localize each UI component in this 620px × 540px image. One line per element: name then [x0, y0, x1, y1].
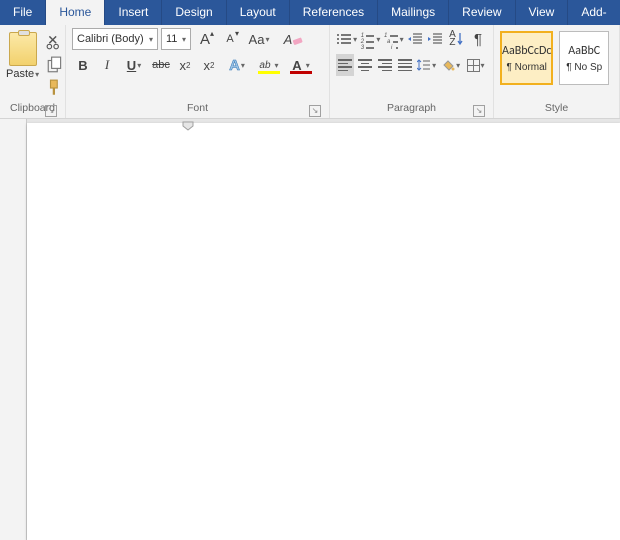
tab-home[interactable]: Home	[46, 0, 105, 25]
paint-bucket-icon	[441, 58, 455, 72]
change-case-button[interactable]: Aa▾	[244, 28, 274, 50]
group-label-styles: Style	[500, 102, 613, 118]
tab-review[interactable]: Review	[449, 0, 515, 25]
style-no-spacing[interactable]: AaBbC ¶ No Sp	[559, 31, 609, 85]
font-dialog-launcher[interactable]: ↘	[309, 105, 321, 117]
font-size-value: 11	[166, 33, 177, 45]
sort-arrow-icon	[457, 32, 464, 46]
show-marks-button[interactable]: ¶	[469, 28, 487, 50]
multilevel-list-button[interactable]: 1ai▾	[383, 28, 404, 50]
increase-indent-button[interactable]	[426, 28, 444, 50]
style-normal[interactable]: AaBbCcDc ¶ Normal	[500, 31, 553, 85]
tab-file[interactable]: File	[0, 0, 46, 25]
tab-design[interactable]: Design	[162, 0, 226, 25]
pilcrow-icon: ¶	[474, 31, 482, 48]
tab-view[interactable]: View	[516, 0, 569, 25]
paragraph-dialog-launcher[interactable]: ↘	[473, 105, 485, 117]
tab-addins[interactable]: Add-in	[568, 0, 620, 25]
multilevel-icon: 1ai	[383, 31, 399, 47]
paste-label: Paste	[6, 68, 34, 80]
format-painter-button[interactable]	[44, 78, 66, 98]
font-color-button[interactable]: A ▾	[286, 54, 316, 76]
align-center-button[interactable]	[356, 54, 374, 76]
shrink-font-button[interactable]: A▾	[219, 28, 241, 50]
decrease-indent-button[interactable]	[406, 28, 424, 50]
justify-icon	[398, 59, 412, 71]
group-label-clipboard: Clipboard ↘	[6, 102, 59, 118]
line-spacing-button[interactable]: ▾	[416, 54, 437, 76]
strikethrough-button[interactable]: abc	[150, 54, 172, 76]
underline-button[interactable]: U▾	[120, 54, 148, 76]
group-paragraph: ▾ 123▾ 1ai▾ AZ ¶	[330, 25, 494, 118]
eraser-icon	[292, 34, 304, 46]
superscript-button[interactable]: x2	[198, 54, 220, 76]
align-left-button[interactable]	[336, 54, 354, 76]
tab-mailings[interactable]: Mailings	[378, 0, 449, 25]
text-effects-button[interactable]: A▾	[222, 54, 252, 76]
ribbon-tab-bar: File Home Insert Design Layout Reference…	[0, 0, 620, 25]
bullets-icon	[336, 31, 352, 47]
line-spacing-icon	[417, 58, 431, 72]
document-page[interactable]	[27, 123, 620, 540]
clipboard-icon	[9, 32, 37, 66]
align-right-icon	[378, 59, 392, 71]
cut-button[interactable]	[44, 32, 66, 52]
sort-button[interactable]: AZ	[446, 28, 467, 50]
numbering-icon: 123	[359, 31, 375, 47]
outdent-icon	[407, 32, 423, 46]
group-clipboard: Paste▾ Clipboard ↘	[0, 25, 66, 118]
borders-icon	[467, 59, 480, 72]
bold-button[interactable]: B	[72, 54, 94, 76]
group-label-paragraph: Paragraph ↘	[336, 102, 487, 118]
grow-font-button[interactable]: A▴	[194, 28, 216, 50]
font-size-combo[interactable]: 11▾	[161, 28, 191, 50]
scissors-icon	[46, 33, 64, 51]
font-name-combo[interactable]: Calibri (Body)▾	[72, 28, 158, 50]
tab-references[interactable]: References	[290, 0, 378, 25]
paintbrush-icon	[46, 79, 64, 97]
numbering-button[interactable]: 123▾	[359, 28, 380, 50]
clipboard-dialog-launcher[interactable]: ↘	[45, 105, 57, 117]
group-label-font: Font ↘	[72, 102, 323, 118]
bullets-button[interactable]: ▾	[336, 28, 357, 50]
shading-button[interactable]: ▾	[439, 54, 462, 76]
align-right-button[interactable]	[376, 54, 394, 76]
copy-icon	[46, 56, 64, 74]
align-center-icon	[358, 59, 372, 71]
align-left-icon	[338, 59, 352, 71]
font-name-value: Calibri (Body)	[77, 33, 144, 45]
group-styles: AaBbCcDc ¶ Normal AaBbC ¶ No Sp Style	[494, 25, 620, 118]
tab-insert[interactable]: Insert	[105, 0, 162, 25]
borders-button[interactable]: ▾	[464, 54, 487, 76]
indent-marker-icon[interactable]	[182, 121, 194, 131]
italic-button[interactable]: I	[96, 54, 118, 76]
clear-formatting-button[interactable]: A	[277, 28, 299, 50]
indent-icon	[427, 32, 443, 46]
ribbon: Paste▾ Clipboard ↘	[0, 25, 620, 119]
vertical-ruler[interactable]	[0, 119, 27, 540]
tab-layout[interactable]: Layout	[227, 0, 290, 25]
copy-button[interactable]	[44, 55, 66, 75]
paste-button[interactable]: Paste▾	[6, 68, 39, 80]
highlight-button[interactable]: ab ▾	[254, 54, 284, 76]
subscript-button[interactable]: x2	[174, 54, 196, 76]
group-font: Calibri (Body)▾ 11▾ A▴ A▾ Aa▾ A B I U▾ a…	[66, 25, 330, 118]
document-area	[0, 119, 620, 540]
justify-button[interactable]	[396, 54, 414, 76]
